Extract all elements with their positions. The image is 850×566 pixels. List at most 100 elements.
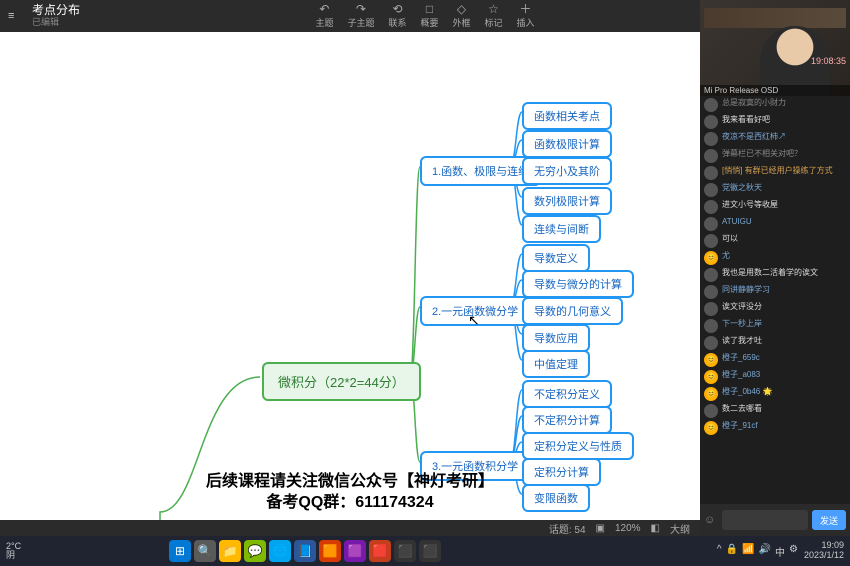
chat-avatar[interactable] bbox=[704, 166, 718, 180]
node-leaf-0-2[interactable]: 无穷小及其阶 bbox=[522, 157, 612, 185]
tool-0[interactable]: ↶主题 bbox=[315, 3, 333, 29]
canvas-area[interactable]: 微积分（22*2=44分） 1.函数、极限与连续 2.一元函数微分学 3.一元函… bbox=[0, 32, 700, 520]
chat-username: 同讲静静学习 bbox=[722, 285, 846, 295]
chat-avatar[interactable] bbox=[704, 132, 718, 146]
node-leaf-1-4[interactable]: 中值定理 bbox=[522, 350, 590, 378]
tray-icon-0[interactable]: ^ bbox=[717, 544, 722, 559]
taskbar-app-1[interactable]: 🔍 bbox=[194, 540, 216, 562]
status-view-icon[interactable]: ◧ bbox=[651, 523, 660, 534]
hamburger-icon[interactable]: ≡ bbox=[8, 10, 24, 22]
chat-row: 党徽之秋天 bbox=[704, 183, 846, 197]
emoji-picker-icon[interactable]: ☺ bbox=[704, 514, 718, 526]
chat-row: 下一秒上岸 bbox=[704, 319, 846, 333]
chat-input-bar: ☺ 发送 bbox=[700, 504, 850, 536]
chat-avatar[interactable] bbox=[704, 302, 718, 316]
chat-row: 夜凉不是西红柿↗ bbox=[704, 132, 846, 146]
taskbar-weather[interactable]: 2°C 阴 bbox=[6, 542, 21, 560]
chat-avatar[interactable]: 😊 bbox=[704, 251, 718, 265]
clock-date: 2023/1/12 bbox=[804, 551, 844, 561]
node-leaf-1-1[interactable]: 导数与微分的计算 bbox=[522, 270, 634, 298]
status-bar: 话题: 54 ▣ 120% ◧ 大纲 bbox=[0, 520, 700, 536]
tray-icon-3[interactable]: 🔊 bbox=[759, 544, 771, 559]
chat-username: ATUIGU bbox=[722, 217, 846, 227]
taskbar-clock[interactable]: 19:09 2023/1/12 bbox=[804, 541, 844, 561]
tool-5[interactable]: ☆标记 bbox=[485, 3, 503, 29]
chat-row: 弹幕栏已不相关对吧？ bbox=[704, 149, 846, 163]
chat-avatar[interactable] bbox=[704, 217, 718, 231]
node-leaf-1-0[interactable]: 导数定义 bbox=[522, 244, 590, 272]
taskbar-app-8[interactable]: 🟥 bbox=[369, 540, 391, 562]
mindmap-canvas[interactable]: 微积分（22*2=44分） 1.函数、极限与连续 2.一元函数微分学 3.一元函… bbox=[0, 32, 700, 520]
chat-username: 橙子_91cf bbox=[722, 421, 846, 431]
node-leaf-0-1[interactable]: 函数极限计算 bbox=[522, 130, 612, 158]
tool-3[interactable]: □概要 bbox=[420, 3, 438, 29]
status-zoom[interactable]: 120% bbox=[615, 523, 641, 534]
node-root[interactable]: 微积分（22*2=44分） bbox=[262, 362, 421, 401]
chat-avatar[interactable] bbox=[704, 285, 718, 299]
node-leaf-1-2[interactable]: 导数的几何意义 bbox=[522, 297, 623, 325]
tool-label: 主题 bbox=[315, 16, 333, 29]
node-leaf-1-3[interactable]: 导数应用 bbox=[522, 324, 590, 352]
taskbar-app-0[interactable]: ⊞ bbox=[169, 540, 191, 562]
promo-line1: 后续课程请关注微信公众号【神灯考研】 bbox=[206, 472, 494, 493]
tool-2[interactable]: ⟲联系 bbox=[388, 3, 406, 29]
chat-avatar[interactable]: 😊 bbox=[704, 370, 718, 384]
chat-avatar[interactable]: 😊 bbox=[704, 353, 718, 367]
chat-username: 橙子_659c bbox=[722, 353, 846, 363]
taskbar-app-4[interactable]: 🌐 bbox=[269, 540, 291, 562]
node-leaf-2-4[interactable]: 变限函数 bbox=[522, 484, 590, 512]
chat-row: 可以 bbox=[704, 234, 846, 248]
chat-avatar[interactable] bbox=[704, 183, 718, 197]
taskbar-app-6[interactable]: 🟧 bbox=[319, 540, 341, 562]
chat-avatar[interactable] bbox=[704, 98, 718, 112]
node-leaf-2-0[interactable]: 不定积分定义 bbox=[522, 380, 612, 408]
chat-avatar[interactable] bbox=[704, 200, 718, 214]
presenter-video[interactable]: 19:08:35 Mi Pro Release OSD bbox=[700, 0, 850, 96]
chat-avatar[interactable] bbox=[704, 234, 718, 248]
status-fit-icon[interactable]: ▣ bbox=[596, 523, 605, 534]
chat-message: 读了我才吐 bbox=[722, 336, 846, 346]
chat-avatar[interactable] bbox=[704, 336, 718, 350]
chat-avatar[interactable]: 😊 bbox=[704, 421, 718, 435]
chat-scroll[interactable]: 总是寂寞的小财力我来看看好吧夜凉不是西红柿↗弹幕栏已不相关对吧？[悄悄] 有群已… bbox=[700, 96, 850, 504]
tool-6[interactable]: ＋插入 bbox=[517, 3, 535, 29]
taskbar-app-9[interactable]: ⬛ bbox=[394, 540, 416, 562]
tool-label: 联系 bbox=[388, 16, 406, 29]
node-leaf-2-1[interactable]: 不定积分计算 bbox=[522, 406, 612, 434]
node-leaf-0-0[interactable]: 函数相关考点 bbox=[522, 102, 612, 130]
node-leaf-2-3[interactable]: 定积分计算 bbox=[522, 458, 601, 486]
chat-input[interactable] bbox=[722, 510, 808, 530]
status-topics[interactable]: 话题: 54 bbox=[549, 521, 586, 536]
tray-icon-1[interactable]: 🔒 bbox=[726, 544, 738, 559]
tool-1[interactable]: ↷子主题 bbox=[347, 3, 374, 29]
tray-icon-5[interactable]: ⚙ bbox=[789, 544, 798, 559]
chat-avatar[interactable] bbox=[704, 404, 718, 418]
tool-label: 外框 bbox=[453, 16, 471, 29]
doc-title: 考点分布 bbox=[32, 4, 80, 17]
send-button[interactable]: 发送 bbox=[812, 510, 846, 530]
tray-icon-2[interactable]: 📶 bbox=[742, 544, 754, 559]
chat-avatar[interactable] bbox=[704, 268, 718, 282]
chat-row: 读了我才吐 bbox=[704, 336, 846, 350]
tool-icon: ⟲ bbox=[392, 3, 402, 15]
chat-avatar[interactable] bbox=[704, 319, 718, 333]
chat-avatar[interactable] bbox=[704, 149, 718, 163]
node-branch-2[interactable]: 2.一元函数微分学 bbox=[420, 296, 530, 326]
taskbar-app-3[interactable]: 💬 bbox=[244, 540, 266, 562]
status-view[interactable]: 大纲 bbox=[670, 521, 690, 536]
promo-text: 后续课程请关注微信公众号【神灯考研】 备考QQ群：611174324 bbox=[206, 472, 494, 514]
tray-icons[interactable]: ^ 🔒 📶 🔊 中 ⚙ bbox=[717, 544, 798, 559]
node-leaf-0-3[interactable]: 数列极限计算 bbox=[522, 187, 612, 215]
taskbar-app-2[interactable]: 📁 bbox=[219, 540, 241, 562]
chat-avatar[interactable] bbox=[704, 115, 718, 129]
taskbar-app-10[interactable]: ⬛ bbox=[419, 540, 441, 562]
node-leaf-2-2[interactable]: 定积分定义与性质 bbox=[522, 432, 634, 460]
tool-4[interactable]: ◇外框 bbox=[453, 3, 471, 29]
node-leaf-0-4[interactable]: 连续与间断 bbox=[522, 215, 601, 243]
tray-icon-4[interactable]: 中 bbox=[775, 544, 785, 559]
chat-row: 我来看看好吧 bbox=[704, 115, 846, 129]
taskbar-app-5[interactable]: 📘 bbox=[294, 540, 316, 562]
chat-row: [悄悄] 有群已经用户操练了方式 bbox=[704, 166, 846, 180]
taskbar-app-7[interactable]: 🟪 bbox=[344, 540, 366, 562]
chat-avatar[interactable]: 😊 bbox=[704, 387, 718, 401]
